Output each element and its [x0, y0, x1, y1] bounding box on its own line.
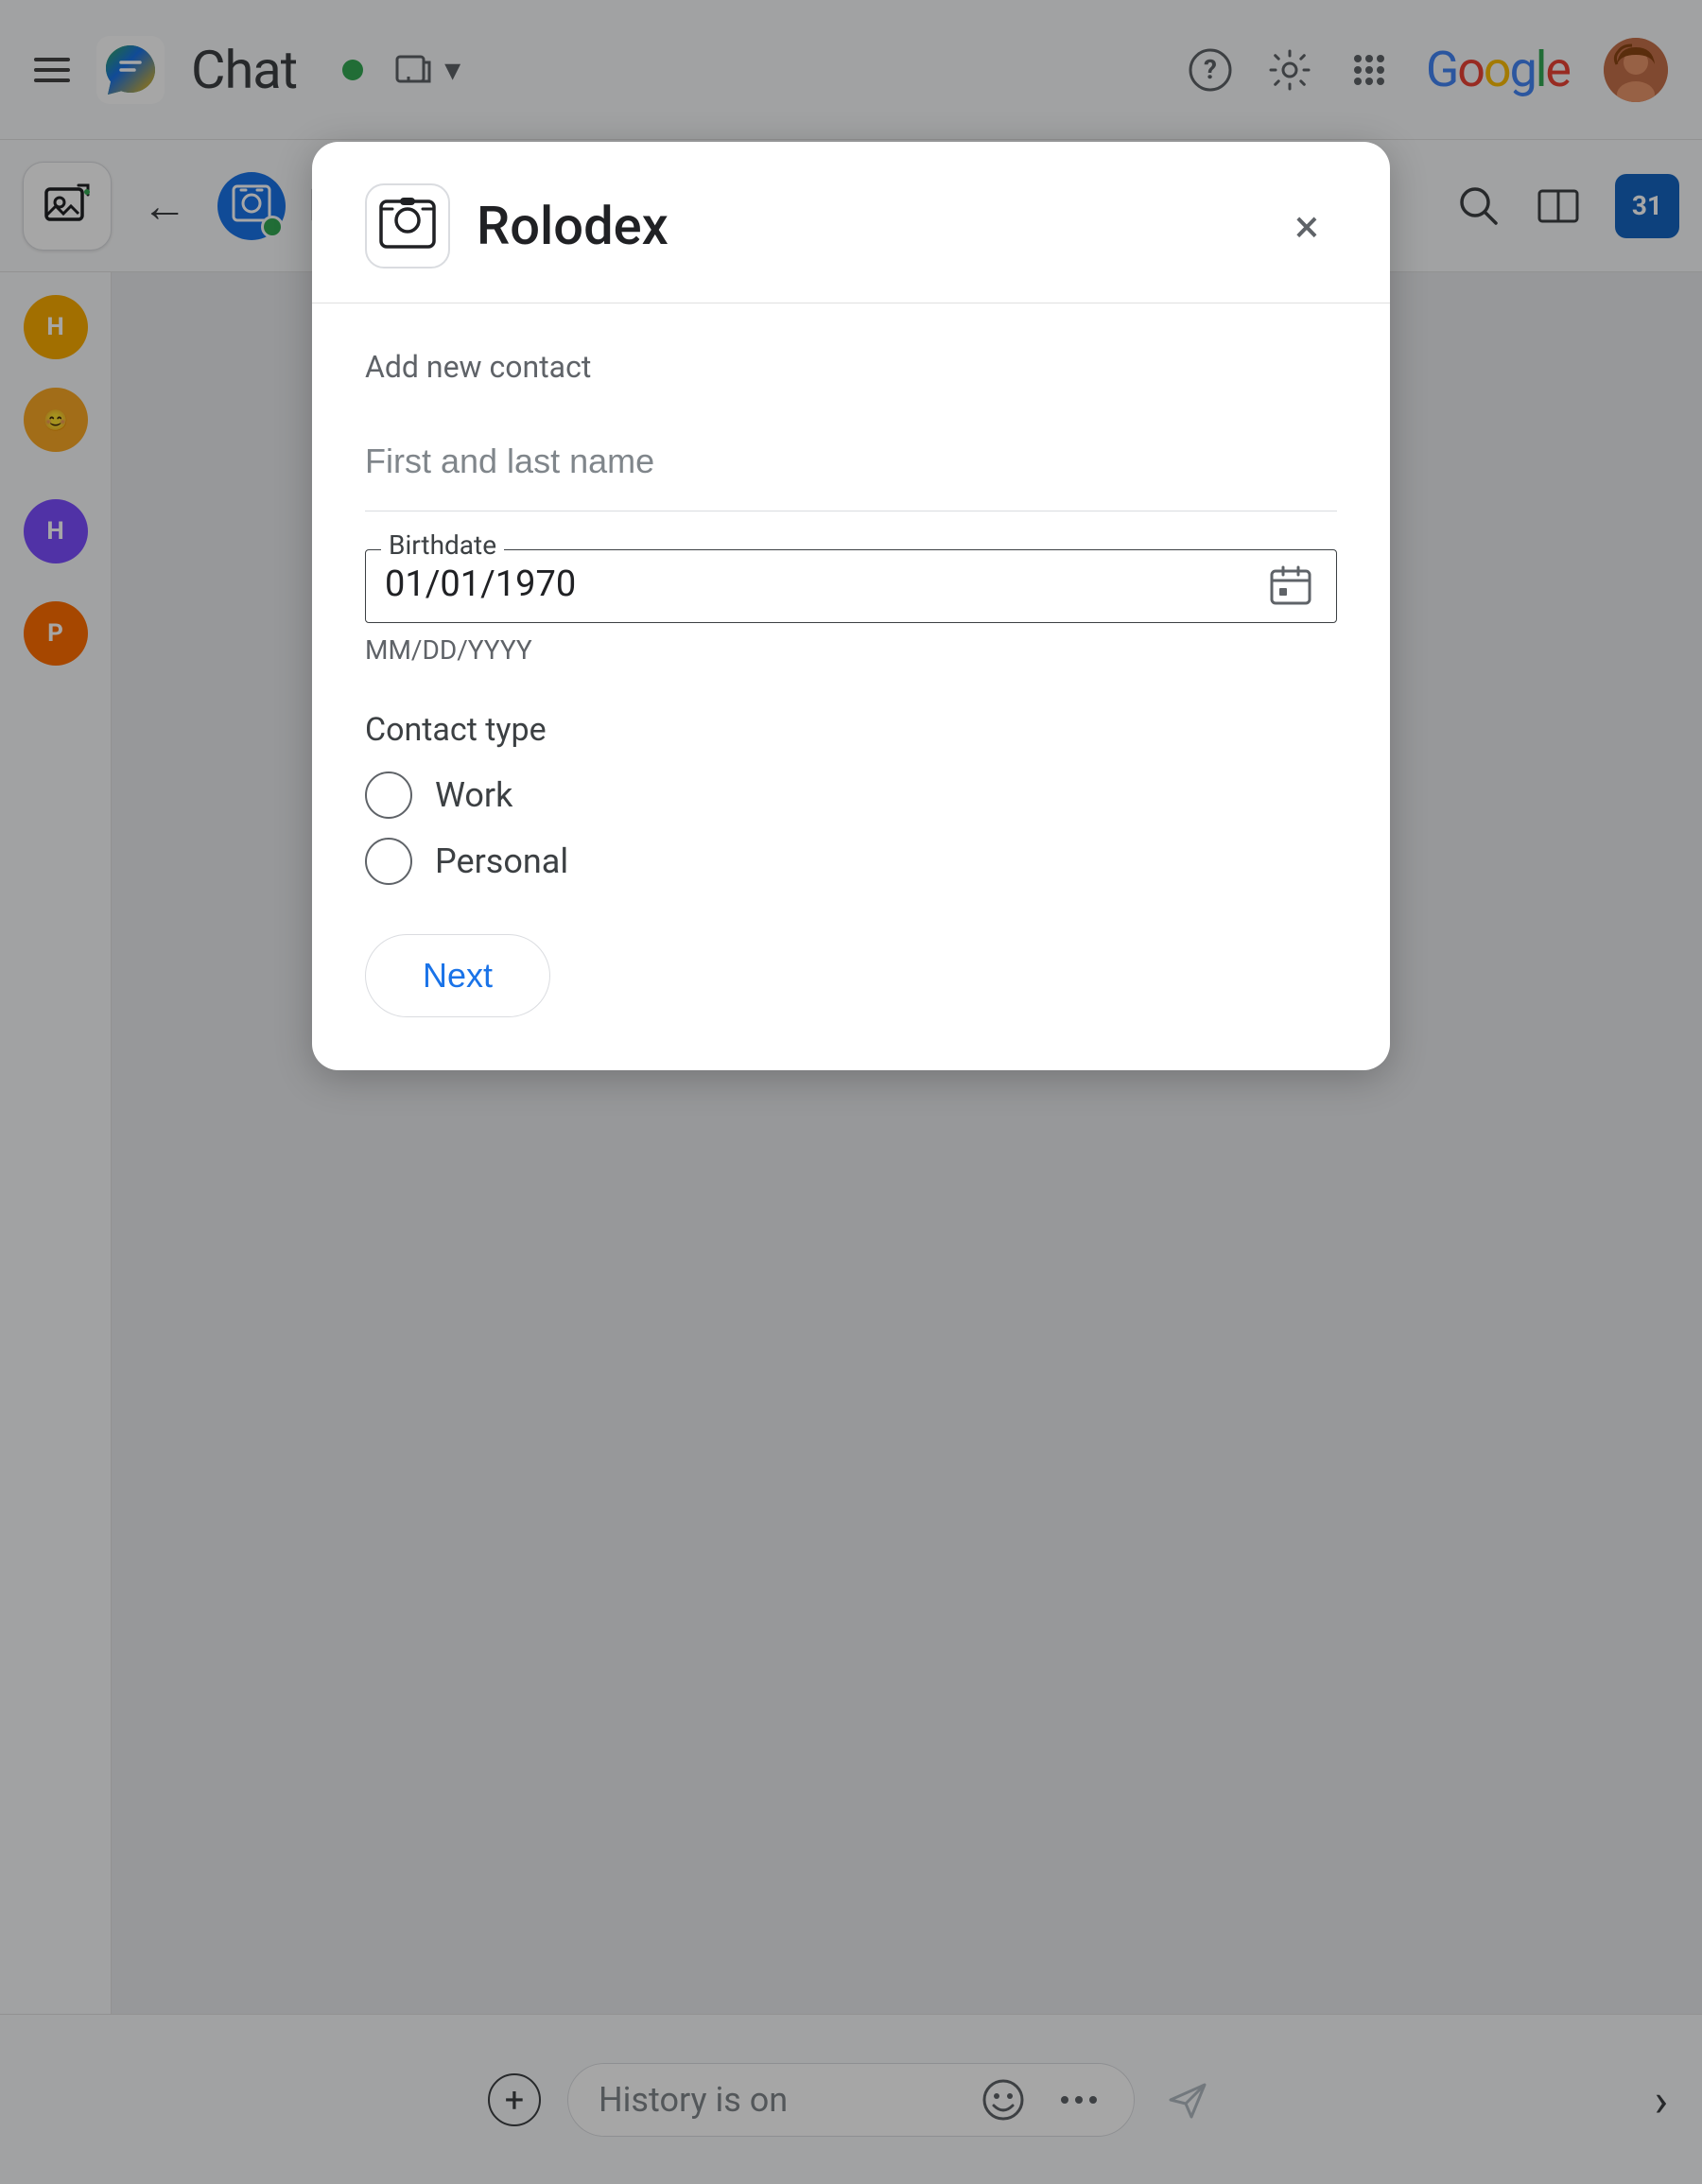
radio-personal[interactable]: Personal [365, 838, 1337, 885]
calendar-picker-button[interactable] [1264, 558, 1317, 611]
next-button[interactable]: Next [365, 934, 550, 1017]
modal-header: Rolodex × [312, 142, 1390, 303]
radio-work-circle [365, 771, 412, 819]
contact-type-radio-group: Work Personal [365, 771, 1337, 885]
modal-title: Rolodex [477, 195, 1250, 257]
radio-personal-circle [365, 838, 412, 885]
modal-overlay: Rolodex × Add new contact Birthdate 01/0… [0, 0, 1702, 2184]
contact-type-label: Contact type [365, 711, 1337, 749]
modal-close-button[interactable]: × [1276, 196, 1337, 256]
section-label: Add new contact [365, 349, 1337, 385]
modal-logo [365, 183, 450, 269]
rolodex-modal: Rolodex × Add new contact Birthdate 01/0… [312, 142, 1390, 1070]
radio-personal-label: Personal [435, 841, 568, 881]
name-input[interactable] [365, 411, 1337, 511]
radio-work-label: Work [435, 775, 512, 815]
birthdate-field: Birthdate 01/01/1970 [365, 549, 1337, 623]
birthdate-input-row: 01/01/1970 [385, 558, 1317, 611]
modal-body: Add new contact Birthdate 01/01/1970 [312, 303, 1390, 1070]
birthdate-label: Birthdate [381, 529, 504, 561]
radio-work[interactable]: Work [365, 771, 1337, 819]
birthdate-value[interactable]: 01/01/1970 [385, 563, 1264, 605]
date-format-hint: MM/DD/YYYY [365, 634, 1337, 666]
